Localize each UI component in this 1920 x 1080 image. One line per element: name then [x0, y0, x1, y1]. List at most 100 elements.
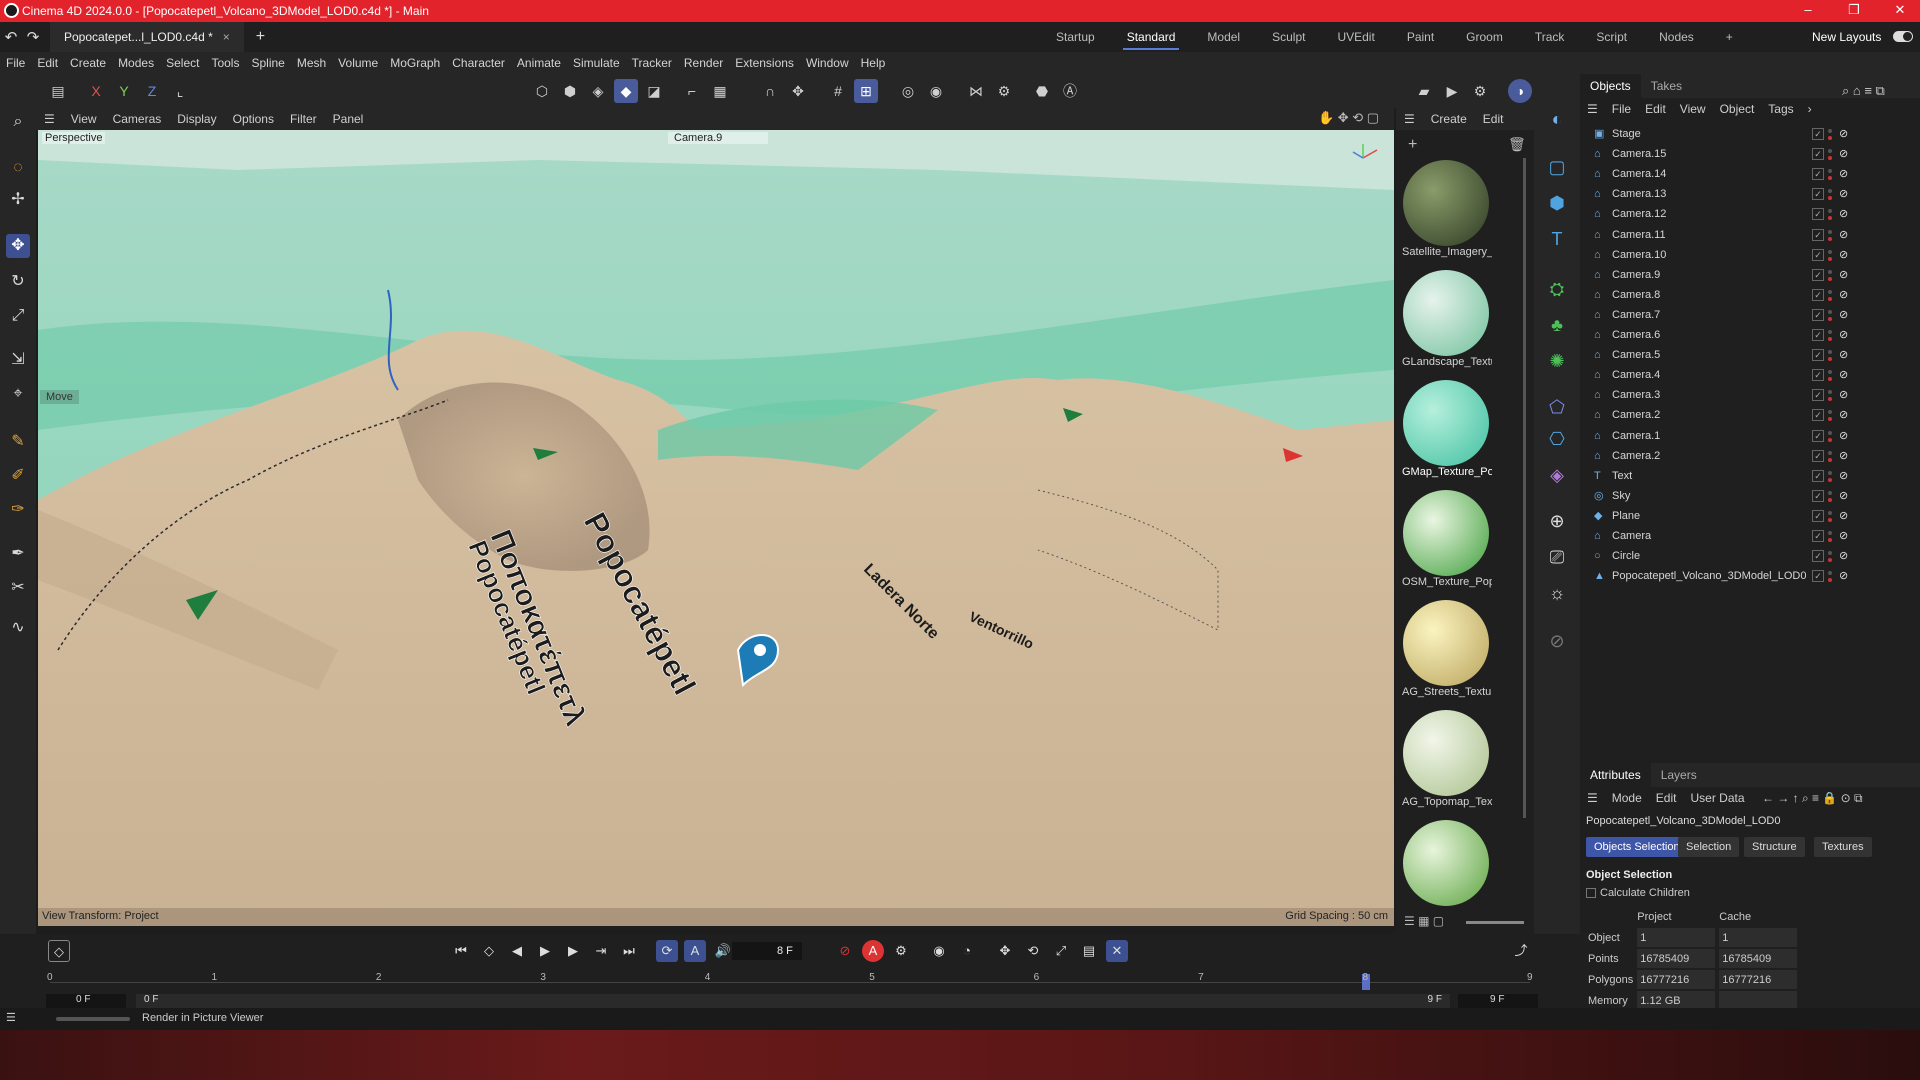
layout-tab-standard[interactable]: Standard — [1111, 22, 1192, 52]
object-visibility-dots[interactable] — [1828, 428, 1832, 444]
object-visibility-dots[interactable] — [1828, 448, 1832, 464]
light-icon[interactable]: ☼ — [1544, 580, 1570, 606]
object-name[interactable]: Camera.12 — [1612, 204, 1666, 224]
object-name[interactable]: Camera.14 — [1612, 164, 1666, 184]
material-hamburger-icon[interactable]: ☰ — [1396, 112, 1423, 126]
viewport-menu-options[interactable]: Options — [225, 112, 282, 126]
move-tool-icon[interactable]: ✥ — [6, 234, 30, 258]
timeline-range-bar[interactable]: 0 F 9 F — [136, 994, 1450, 1008]
move-snap-icon[interactable]: ✢ — [6, 188, 30, 212]
object-visibility-dots[interactable] — [1828, 548, 1832, 564]
objects-menu-edit[interactable]: Edit — [1638, 102, 1673, 116]
object-layer-checkbox[interactable]: ✓ — [1812, 288, 1824, 301]
object-name[interactable]: Camera.5 — [1612, 345, 1660, 365]
object-name[interactable]: Camera.15 — [1612, 144, 1666, 164]
attr-button-structure[interactable]: Structure — [1744, 837, 1805, 857]
layout-tab-groom[interactable]: Groom — [1450, 22, 1519, 52]
object-row[interactable]: ▲ Popocatepetl_Volcano_3DModel_LOD0 ✓ ⊘ — [1580, 566, 1920, 586]
document-tab[interactable]: Popocatepet...l_LOD0.c4d * × — [50, 22, 244, 52]
object-visibility-dots[interactable] — [1828, 307, 1832, 323]
object-row[interactable]: ⌂ Camera.11 ✓ ⊘ — [1580, 225, 1920, 245]
object-tag-icon[interactable]: ⊘ — [1839, 144, 1848, 164]
attributes-menu-mode[interactable]: Mode — [1605, 791, 1649, 805]
material-swatch[interactable] — [1400, 820, 1492, 928]
object-layer-checkbox[interactable]: ✓ — [1812, 228, 1824, 241]
material-swatch[interactable]: GLandscape_Textu — [1400, 270, 1492, 378]
autokey-icon[interactable]: A — [862, 940, 884, 962]
object-row[interactable]: ⌂ Camera.12 ✓ ⊘ — [1580, 204, 1920, 224]
object-row[interactable]: ⌂ Camera.10 ✓ ⊘ — [1580, 245, 1920, 265]
key-scale-icon[interactable]: ⤢ — [1050, 940, 1072, 962]
object-tag-icon[interactable]: ⊘ — [1839, 204, 1848, 224]
render-view-icon[interactable]: ▰ — [1412, 79, 1436, 103]
object-row[interactable]: ⌂ Camera.8 ✓ ⊘ — [1580, 285, 1920, 305]
layout-tab-track[interactable]: Track — [1519, 22, 1581, 52]
object-layer-checkbox[interactable]: ✓ — [1812, 268, 1824, 281]
current-frame-field[interactable]: 8 F — [732, 942, 802, 960]
timeline-start-field[interactable]: 0 F — [46, 994, 126, 1008]
timeline-graph-icon[interactable]: ⤴ — [1510, 940, 1532, 962]
menu-mesh[interactable]: Mesh — [291, 56, 332, 70]
loop-icon[interactable]: ⟳ — [656, 940, 678, 962]
object-row[interactable]: ○ Circle ✓ ⊘ — [1580, 546, 1920, 566]
object-row[interactable]: ⌂ Camera.2 ✓ ⊘ — [1580, 405, 1920, 425]
object-tag-icon[interactable]: ⊘ — [1839, 245, 1848, 265]
object-tag-icon[interactable]: ⊘ — [1839, 466, 1848, 486]
object-name[interactable]: Camera.8 — [1612, 285, 1660, 305]
object-name[interactable]: Plane — [1612, 506, 1640, 526]
objects-menu-view[interactable]: View — [1673, 102, 1713, 116]
menu-modes[interactable]: Modes — [112, 56, 160, 70]
texture-mode-icon[interactable]: ▦ — [708, 79, 732, 103]
object-visibility-dots[interactable] — [1828, 528, 1832, 544]
redo-icon[interactable]: ↷ — [22, 28, 44, 46]
auto-keying-icon[interactable]: Ⓐ — [1058, 79, 1082, 103]
attributes-tab-attributes[interactable]: Attributes — [1580, 763, 1651, 787]
viewport-solo-icon[interactable]: ⬣ — [1030, 79, 1054, 103]
object-tag-icon[interactable]: ⊘ — [1839, 345, 1848, 365]
object-row[interactable]: ⌂ Camera.7 ✓ ⊘ — [1580, 305, 1920, 325]
object-layer-checkbox[interactable]: ✓ — [1812, 530, 1824, 542]
motion-record-icon[interactable]: ◉ — [928, 940, 950, 962]
brush-icon[interactable]: ✒ — [6, 542, 30, 566]
timeline-ruler[interactable]: 0 1 2 3 4 5 6 7 8 9 — [38, 968, 1538, 992]
material-preview-ball[interactable] — [1403, 820, 1489, 906]
object-row[interactable]: ⌂ Camera.9 ✓ ⊘ — [1580, 265, 1920, 285]
object-layer-checkbox[interactable]: ✓ — [1812, 128, 1824, 140]
axis-y-lock[interactable]: Y — [112, 79, 136, 103]
spline-smooth-icon[interactable]: ✑ — [6, 498, 30, 522]
close-button[interactable]: ✕ — [1880, 0, 1920, 22]
object-row[interactable]: ⌂ Camera.15 ✓ ⊘ — [1580, 144, 1920, 164]
objects-menu-tags[interactable]: Tags — [1761, 102, 1800, 116]
object-name[interactable]: Circle — [1612, 546, 1640, 566]
object-visibility-dots[interactable] — [1828, 227, 1832, 243]
viewport-menu-view[interactable]: View — [63, 112, 105, 126]
object-layer-checkbox[interactable]: ✓ — [1812, 188, 1824, 201]
primitive-icon[interactable]: ⬢ — [1544, 190, 1570, 216]
object-name[interactable]: Camera.1 — [1612, 426, 1660, 446]
redshift-icon[interactable]: ◑ — [1508, 79, 1532, 103]
material-preview-ball[interactable] — [1403, 490, 1489, 576]
object-visibility-dots[interactable] — [1828, 327, 1832, 343]
field-icon[interactable]: ⬠ — [1544, 394, 1570, 420]
object-layer-checkbox[interactable]: ✓ — [1812, 409, 1824, 422]
object-tag-icon[interactable]: ⊘ — [1839, 184, 1848, 204]
keyframe-diamond-icon[interactable]: ◇ — [48, 940, 70, 962]
object-name[interactable]: Camera.4 — [1612, 365, 1660, 385]
object-layer-checkbox[interactable]: ✓ — [1812, 550, 1824, 563]
attributes-hamburger-icon[interactable]: ☰ — [1580, 791, 1605, 805]
timeline-end-field[interactable]: 9 F — [1458, 994, 1538, 1008]
go-to-end-icon[interactable]: ⏭ — [618, 940, 640, 962]
object-layer-checkbox[interactable]: ✓ — [1812, 469, 1824, 482]
object-layer-checkbox[interactable]: ✓ — [1812, 570, 1824, 583]
menu-volume[interactable]: Volume — [332, 56, 384, 70]
material-swatch[interactable]: AG_Topomap_Tex — [1400, 710, 1492, 818]
sound-icon[interactable]: 🔊 — [712, 940, 734, 962]
layout-tab-model[interactable]: Model — [1191, 22, 1256, 52]
menu-character[interactable]: Character — [446, 56, 511, 70]
object-name[interactable]: Camera.2 — [1612, 446, 1660, 466]
object-row[interactable]: ⌂ Camera.1 ✓ ⊘ — [1580, 426, 1920, 446]
menu-create[interactable]: Create — [64, 56, 112, 70]
menu-extensions[interactable]: Extensions — [729, 56, 800, 70]
object-tag-icon[interactable]: ⊘ — [1839, 526, 1848, 546]
deformer-icon[interactable]: ✺ — [1544, 348, 1570, 374]
